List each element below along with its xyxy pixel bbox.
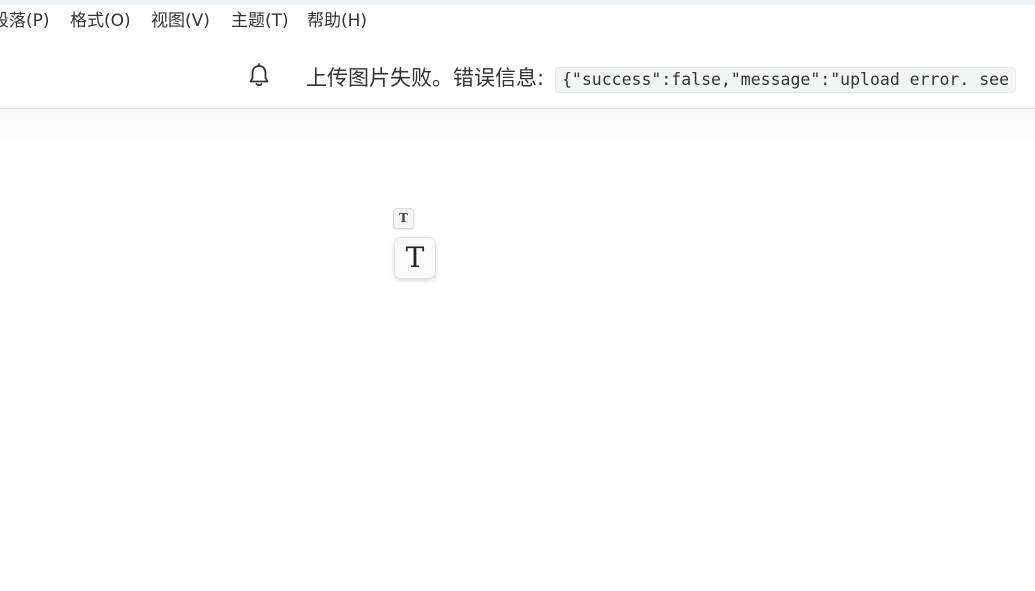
notification-message: 上传图片失败。错误信息:	[306, 66, 545, 90]
menu-bar: 段落(P) 格式(O) 视图(V) 主题(T) 帮助(H)	[0, 5, 1035, 39]
menu-view[interactable]: 视图(V)	[151, 11, 210, 31]
text-block-insert-button[interactable]: T	[394, 237, 436, 279]
menu-help[interactable]: 帮助(H)	[307, 11, 367, 31]
menu-paragraph[interactable]: 段落(P)	[0, 11, 50, 31]
bell-icon[interactable]	[247, 63, 271, 89]
menu-format[interactable]: 格式(O)	[70, 11, 131, 31]
menu-theme[interactable]: 主题(T)	[231, 11, 289, 31]
editor-top-shadow	[0, 109, 1035, 149]
notification-bar: 上传图片失败。错误信息: {"success":false,"message":…	[0, 48, 1035, 109]
notification-error-code: {"success":false,"message":"upload error…	[555, 67, 1017, 93]
text-block-small-handle[interactable]: T	[393, 208, 414, 229]
